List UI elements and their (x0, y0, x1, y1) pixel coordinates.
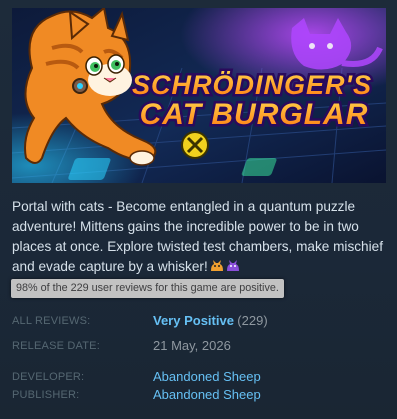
publisher-row: PUBLISHER: Abandoned Sheep (12, 386, 392, 404)
developer-link[interactable]: Abandoned Sheep (153, 368, 261, 386)
purple-cat-emoji-icon (226, 260, 239, 271)
game-description: Portal with cats - Become entangled in a… (12, 197, 384, 277)
developer-label: DEVELOPER: (12, 371, 85, 383)
publisher-label: PUBLISHER: (12, 389, 80, 401)
game-summary-panel: SCHRÖDINGER'S CAT BURGLAR Portal with ca… (0, 0, 397, 419)
release-date-label: RELEASE DATE: (12, 340, 100, 352)
review-count: (229) (237, 313, 268, 328)
all-reviews-value: Very Positive (229) (153, 312, 268, 330)
header-artwork: SCHRÖDINGER'S CAT BURGLAR (12, 8, 386, 183)
orange-cat-emoji-icon (210, 260, 223, 271)
publisher-link[interactable]: Abandoned Sheep (153, 386, 261, 404)
title-line-2: CAT BURGLAR (140, 98, 369, 131)
game-description-text: Portal with cats - Become entangled in a… (12, 199, 383, 274)
release-date-row: RELEASE DATE: 21 May, 2026 (12, 337, 392, 355)
all-reviews-row: ALL REVIEWS: Very Positive (229) (12, 312, 392, 330)
developer-row: DEVELOPER: Abandoned Sheep (12, 368, 392, 386)
review-summary-link[interactable]: Very Positive (153, 313, 234, 328)
all-reviews-label: ALL REVIEWS: (12, 315, 91, 327)
release-date-value: 21 May, 2026 (153, 338, 231, 353)
header-capsule-image[interactable]: SCHRÖDINGER'S CAT BURGLAR (12, 8, 386, 183)
title-line-1: SCHRÖDINGER'S (132, 70, 372, 100)
review-tooltip: 98% of the 229 user reviews for this gam… (11, 279, 284, 298)
